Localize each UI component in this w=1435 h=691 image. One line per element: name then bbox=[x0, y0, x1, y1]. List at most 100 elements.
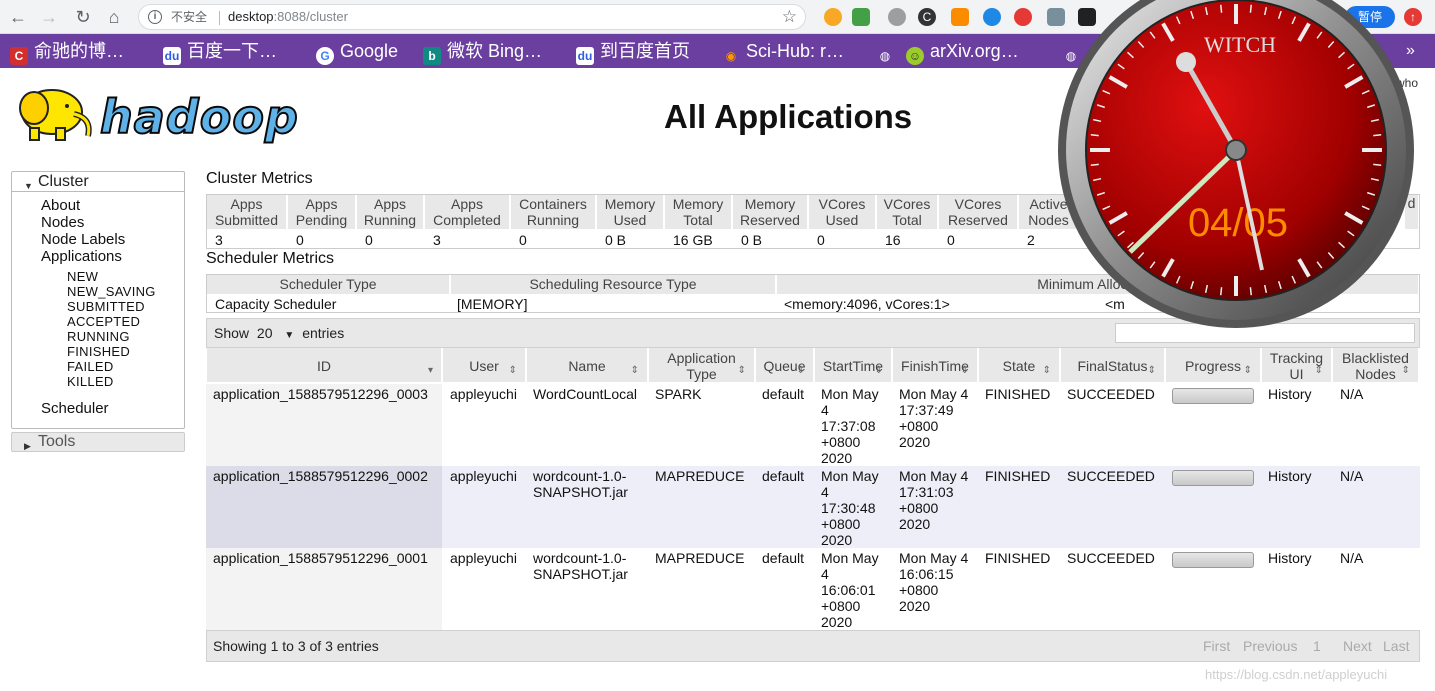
column-header-queue[interactable]: Queue ⇕ bbox=[756, 348, 814, 382]
column-header-progress[interactable]: Progress ⇕ bbox=[1166, 348, 1261, 382]
extension-icon[interactable] bbox=[951, 8, 969, 26]
show-label: Show bbox=[214, 325, 250, 341]
application-id-link[interactable]: application_1588579512296_0001 bbox=[213, 550, 428, 566]
metric-header: Apps Completed bbox=[425, 195, 510, 229]
extension-icon[interactable] bbox=[852, 8, 870, 26]
bookmark-item[interactable]: C 俞驰的博… bbox=[10, 40, 124, 65]
clock-widget[interactable]: WITCH 04/05 bbox=[1058, 0, 1416, 340]
start-time-cell: Mon May 4 17:37:08 +0800 2020 bbox=[821, 386, 879, 466]
sort-icon: ⇕ bbox=[737, 365, 746, 376]
forward-icon[interactable]: → bbox=[38, 6, 60, 28]
column-header-tracking-ui[interactable]: Tracking UI ⇕ bbox=[1262, 348, 1332, 382]
address-bar[interactable]: i 不安全 desktop:8088/cluster ☆ bbox=[138, 4, 806, 30]
sidebar-link-node-labels[interactable]: Node Labels bbox=[41, 231, 125, 248]
sidebar-state-accepted[interactable]: ACCEPTED bbox=[67, 314, 140, 329]
reload-icon[interactable]: ↻ bbox=[72, 6, 94, 28]
showing-info: Showing 1 to 3 of 3 entries bbox=[213, 638, 379, 654]
column-header-id[interactable]: ID ▾ bbox=[207, 348, 442, 382]
tracking-ui-link[interactable]: History bbox=[1268, 550, 1312, 566]
pager-page-1[interactable]: 1 bbox=[1313, 631, 1321, 661]
sidebar-link-applications[interactable]: Applications bbox=[41, 248, 122, 265]
extension-icon[interactable] bbox=[824, 8, 842, 26]
blacklisted-nodes-cell: N/A bbox=[1340, 468, 1364, 484]
sidebar-state-submitted[interactable]: SUBMITTED bbox=[67, 299, 145, 314]
sidebar-link-nodes[interactable]: Nodes bbox=[41, 214, 84, 231]
collapsed-triangle-icon: ▶ bbox=[24, 441, 31, 451]
name-cell: WordCountLocal bbox=[533, 386, 638, 402]
sidebar-link-scheduler[interactable]: Scheduler bbox=[41, 400, 109, 417]
cluster-metrics-title: Cluster Metrics bbox=[206, 170, 313, 187]
bookmark-item[interactable]: ◉ Sci-Hub: r… bbox=[722, 40, 844, 63]
pager-next[interactable]: Next bbox=[1343, 631, 1372, 661]
user-cell: appleyuchi bbox=[450, 386, 517, 402]
pager-last[interactable]: Last bbox=[1383, 631, 1409, 661]
state-cell: FINISHED bbox=[985, 468, 1051, 484]
tracking-ui-link[interactable]: History bbox=[1268, 386, 1312, 402]
sidebar-state-new-saving[interactable]: NEW_SAVING bbox=[67, 284, 156, 299]
sidebar-link-about[interactable]: About bbox=[41, 197, 80, 214]
sidebar-state-killed[interactable]: KILLED bbox=[67, 374, 114, 389]
pager-previous[interactable]: Previous bbox=[1243, 631, 1297, 661]
column-header: Scheduling Resource Type bbox=[451, 275, 776, 294]
info-icon[interactable]: i bbox=[148, 10, 162, 24]
sort-icon: ⇕ bbox=[796, 365, 805, 376]
name-cell: wordcount-1.0- SNAPSHOT.jar bbox=[533, 468, 628, 500]
bookmark-star-icon[interactable]: ☆ bbox=[782, 5, 797, 29]
column-header-starttime[interactable]: StartTime ⇕ bbox=[815, 348, 892, 382]
column-header-application-type[interactable]: Application Type ⇕ bbox=[649, 348, 755, 382]
scheduler-metrics-title: Scheduler Metrics bbox=[206, 250, 335, 267]
back-icon[interactable]: ← bbox=[7, 6, 29, 28]
home-icon[interactable]: ⌂ bbox=[103, 6, 125, 28]
bookmark-item[interactable]: du 百度一下… bbox=[163, 40, 277, 65]
start-time-cell: Mon May 4 16:06:01 +0800 2020 bbox=[821, 550, 879, 630]
application-type-cell: MAPREDUCE bbox=[655, 550, 745, 566]
table-footer: Showing 1 to 3 of 3 entries First Previo… bbox=[206, 630, 1420, 662]
arxiv-icon: ☺ bbox=[906, 47, 924, 65]
extension-icon[interactable] bbox=[1014, 8, 1032, 26]
cluster-section-header[interactable]: ▼ Cluster bbox=[12, 172, 184, 192]
pager-first[interactable]: First bbox=[1203, 631, 1230, 661]
sort-icon: ⇕ bbox=[1243, 365, 1252, 376]
sidebar-state-new[interactable]: NEW bbox=[67, 269, 98, 284]
column-header-name[interactable]: Name ⇕ bbox=[527, 348, 648, 382]
sidebar-state-running[interactable]: RUNNING bbox=[67, 329, 130, 344]
bookmark-item[interactable]: ☺ arXiv.org… bbox=[906, 40, 1019, 65]
extension-icon[interactable]: C bbox=[918, 8, 936, 26]
clock-tick bbox=[1090, 163, 1099, 167]
application-id-link[interactable]: application_1588579512296_0003 bbox=[213, 386, 428, 402]
application-type-cell: SPARK bbox=[655, 386, 702, 402]
scheduler-type-value: Capacity Scheduler bbox=[215, 296, 337, 312]
queue-cell: default bbox=[762, 468, 805, 484]
metric-header: Apps Submitted bbox=[207, 195, 287, 229]
column-header-blacklisted-nodes[interactable]: Blacklisted Nodes ⇕ bbox=[1333, 348, 1419, 382]
sort-icon: ⇕ bbox=[960, 365, 969, 376]
state-cell: FINISHED bbox=[985, 550, 1051, 566]
hadoop-logo[interactable]: hadoop bbox=[12, 78, 312, 148]
extension-icon[interactable] bbox=[983, 8, 1001, 26]
extension-icon[interactable] bbox=[888, 8, 906, 26]
min-allocation-value: <memory:4096, vCores:1> bbox=[784, 296, 950, 312]
bookmark-item[interactable]: ◍ bbox=[876, 40, 900, 63]
bookmark-item[interactable]: b 微软 Bing… bbox=[423, 40, 542, 65]
start-time-cell: Mon May 4 17:30:48 +0800 2020 bbox=[821, 468, 879, 548]
metric-value: 0 bbox=[365, 232, 373, 248]
progress-fill bbox=[1173, 471, 1253, 485]
column-header-state[interactable]: State ⇕ bbox=[979, 348, 1060, 382]
column-header-finishtime[interactable]: FinishTime ⇕ bbox=[893, 348, 978, 382]
metric-header: Memory Reserved bbox=[733, 195, 808, 229]
metric-value: 0 bbox=[296, 232, 304, 248]
bookmark-item[interactable]: G Google bbox=[316, 40, 398, 65]
column-header-user[interactable]: User ⇕ bbox=[443, 348, 526, 382]
progress-bar bbox=[1172, 388, 1254, 404]
bookmark-item[interactable]: du 到百度首页 bbox=[576, 40, 690, 65]
metric-value: 16 bbox=[885, 232, 901, 248]
expanded-triangle-icon: ▼ bbox=[24, 181, 33, 191]
column-header-finalstatus[interactable]: FinalStatus ⇕ bbox=[1061, 348, 1165, 382]
application-id-link[interactable]: application_1588579512296_0002 bbox=[213, 468, 428, 484]
sidebar-state-finished[interactable]: FINISHED bbox=[67, 344, 130, 359]
sort-icon: ⇕ bbox=[1147, 365, 1156, 376]
tracking-ui-link[interactable]: History bbox=[1268, 468, 1312, 484]
sidebar-state-failed[interactable]: FAILED bbox=[67, 359, 114, 374]
page-size-select[interactable]: 20 ▼ bbox=[257, 319, 294, 350]
tools-section-header[interactable]: ▶ Tools bbox=[11, 432, 185, 452]
